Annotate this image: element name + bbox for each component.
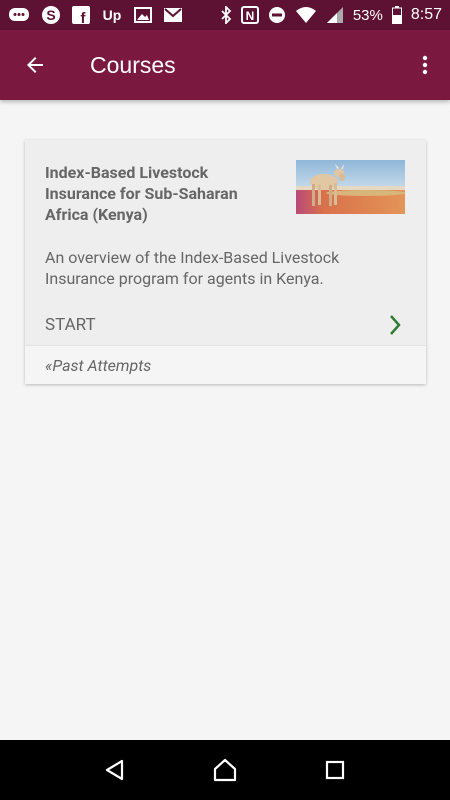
cow-image [296,160,405,214]
battery-icon [391,6,402,24]
page-title: Courses [90,51,176,78]
arrow-back-icon [27,57,43,73]
nav-recents-button[interactable] [305,740,365,800]
battery-percent: 53% [352,6,383,24]
clock: 8:57 [410,6,442,23]
nav-home-button[interactable] [195,740,255,800]
svg-text:N: N [245,9,254,23]
more-vert-icon [422,55,428,75]
svg-text:Up: Up [103,7,122,23]
past-attempts-link[interactable]: «Past Attempts [25,345,426,384]
app-bar: Courses [0,30,450,100]
system-nav-bar [0,740,450,800]
svg-text:S: S [46,7,55,23]
course-title: Index-Based Livestock Insurance for Sub-… [45,163,238,224]
gmail-icon [163,7,183,23]
nav-back-button[interactable] [85,740,145,800]
start-label: START [45,315,96,335]
chat-icon [8,6,30,24]
facebook-icon: f [72,6,90,24]
past-attempts-label: «Past Attempts [45,355,152,375]
recents-icon [325,760,345,780]
system-icons: N 53% 8:57 [220,6,442,24]
course-description: An overview of the Index-Based Livestock… [45,248,340,288]
nfc-icon: N [240,6,259,24]
course-card[interactable]: Index-Based Livestock Insurance for Sub-… [25,140,426,384]
home-icon [213,758,237,782]
wifi-icon [295,6,317,24]
notification-icons: S f Up [8,5,183,25]
back-button[interactable] [0,30,70,100]
upwork-icon: Up [101,6,123,24]
do-not-disturb-icon [268,6,286,24]
start-button[interactable]: START [25,305,426,345]
back-triangle-icon [105,759,124,781]
bluetooth-icon [220,6,232,24]
image-icon [134,7,152,23]
overflow-menu-button[interactable] [400,30,450,100]
signal-icon [326,6,344,24]
skype-icon: S [41,5,61,25]
chevron-right-icon [388,314,402,336]
status-bar: S f Up N 53% 8:57 [0,0,450,30]
